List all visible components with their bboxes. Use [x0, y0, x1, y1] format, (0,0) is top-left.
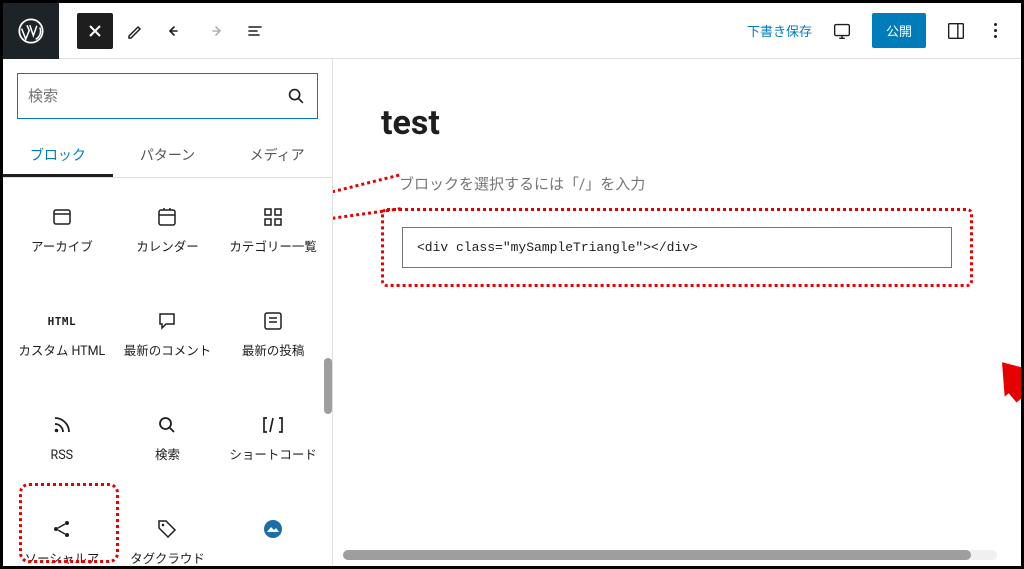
block-archive[interactable]: アーカイブ: [9, 188, 115, 292]
block-inserter-panel: ブロック パターン メディア アーカイブ: [3, 59, 333, 566]
toolbar-right-group: 下書き保存 公開: [747, 13, 1021, 48]
tab-media[interactable]: メディア: [222, 133, 332, 177]
list-view-button[interactable]: [237, 13, 273, 49]
editor-canvas: test ブロックを選択するには「/」を入力 <div class="mySam…: [333, 59, 1021, 566]
custom-html-icon: HTML: [48, 306, 77, 336]
tab-blocks[interactable]: ブロック: [3, 133, 113, 177]
more-menu-button[interactable]: [986, 15, 1005, 46]
shortcode-icon: [260, 410, 286, 440]
calendar-icon: [155, 202, 179, 232]
horizontal-scrollbar[interactable]: [343, 550, 997, 560]
annotation-outline: <div class="mySampleTriangle"></div>: [381, 208, 973, 287]
categories-icon: [261, 202, 285, 232]
custom-html-block[interactable]: <div class="mySampleTriangle"></div>: [402, 227, 952, 268]
block-calendar[interactable]: カレンダー: [115, 188, 221, 292]
redo-button[interactable]: [197, 13, 233, 49]
block-label: 最新の投稿: [242, 344, 305, 361]
comment-icon: [155, 306, 179, 336]
save-draft-link[interactable]: 下書き保存: [747, 21, 812, 40]
block-label: 検索: [155, 448, 180, 465]
top-toolbar: 下書き保存 公開: [3, 3, 1021, 59]
publish-button[interactable]: 公開: [872, 13, 926, 48]
block-label: 最新のコメント: [124, 344, 212, 361]
scrollbar-thumb[interactable]: [343, 550, 971, 560]
block-tagcloud[interactable]: タグクラウド: [115, 500, 221, 566]
search-input-wrapper: [17, 73, 318, 119]
block-categories[interactable]: カテゴリー一覧: [220, 188, 326, 292]
preview-button[interactable]: [826, 15, 858, 47]
sitelogo-icon: [261, 514, 285, 544]
block-label: カスタム HTML: [18, 344, 105, 361]
tab-patterns[interactable]: パターン: [113, 133, 223, 177]
sidebar-scrollbar[interactable]: [324, 358, 332, 414]
block-label: タグクラウド: [130, 552, 205, 566]
annotation-connector: [333, 207, 401, 257]
block-placeholder-hint: ブロックを選択するには「/」を入力: [381, 173, 973, 194]
inserter-tabs: ブロック パターン メディア: [3, 133, 332, 178]
rss-icon: [50, 410, 74, 440]
annotation-highlight: [19, 483, 119, 563]
block-label: アーカイブ: [31, 240, 93, 257]
block-search[interactable]: 検索: [115, 396, 221, 500]
block-label: カテゴリー一覧: [229, 240, 317, 257]
archive-icon: [50, 202, 74, 232]
close-inserter-button[interactable]: [77, 13, 113, 49]
block-shortcode[interactable]: ショートコード: [220, 396, 326, 500]
block-sitelogo[interactable]: [220, 500, 326, 566]
sidebar-toggle-button[interactable]: [940, 15, 972, 47]
block-custom-html[interactable]: HTML カスタム HTML: [9, 292, 115, 396]
toolbar-left-group: [59, 13, 273, 49]
post-title[interactable]: test: [381, 103, 973, 143]
search-icon: [285, 85, 307, 107]
wordpress-logo[interactable]: [3, 3, 59, 59]
tag-icon: [155, 514, 179, 544]
block-label: カレンダー: [136, 240, 199, 257]
block-label: RSS: [51, 448, 74, 465]
edit-mode-icon[interactable]: [117, 13, 153, 49]
undo-button[interactable]: [157, 13, 193, 49]
posts-icon: [261, 306, 285, 336]
block-label: ショートコード: [229, 448, 317, 465]
block-latest-posts[interactable]: 最新の投稿: [220, 292, 326, 396]
search-input[interactable]: [28, 88, 285, 105]
search-block-icon: [155, 410, 179, 440]
block-latest-comments[interactable]: 最新のコメント: [115, 292, 221, 396]
